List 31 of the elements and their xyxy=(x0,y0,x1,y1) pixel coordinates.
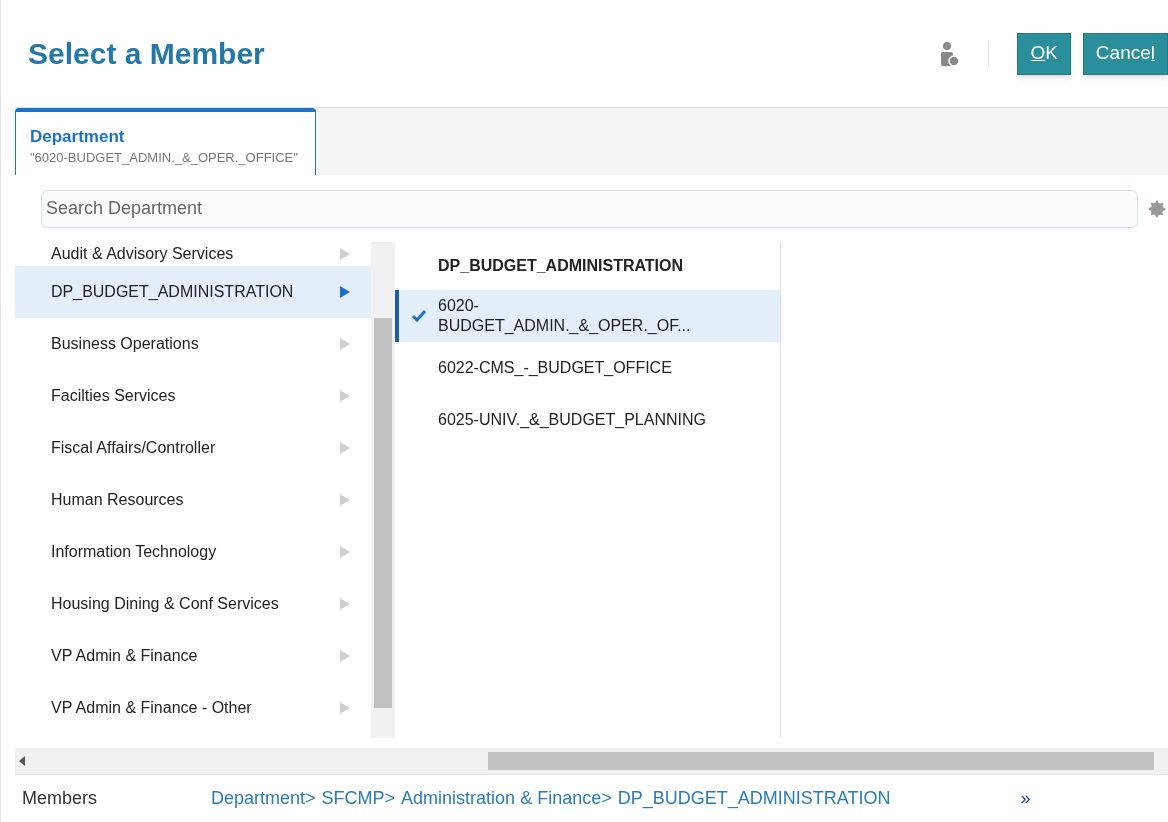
breadcrumb-link[interactable]: Administration & Finance> xyxy=(401,785,612,813)
dialog-button[interactable]: Cancel xyxy=(1082,32,1168,75)
member-list-item[interactable]: VP Admin & Finance - Other xyxy=(15,682,371,735)
member-list-item[interactable]: 6022-CMS_-_BUDGET_OFFICE xyxy=(395,342,780,395)
scroll-left-icon[interactable] xyxy=(19,756,25,767)
footer-label: Members xyxy=(21,787,98,811)
breadcrumb-link[interactable]: SFCMP> xyxy=(321,785,396,813)
member-list-item[interactable]: Information Technology xyxy=(15,526,371,579)
breadcrumb-link[interactable]: DP_BUDGET_ADMINISTRATION xyxy=(617,785,891,813)
checkmark-icon xyxy=(411,310,426,323)
user-help-icon[interactable] xyxy=(940,40,961,67)
search-field[interactable]: Search Department xyxy=(41,189,1138,228)
member-list-item[interactable]: Fiscal Affairs/Controller xyxy=(15,422,371,475)
dimension-tab[interactable]: Department "6020-BUDGET_ADMIN._&_OPER._OFFICE" xyxy=(15,108,316,175)
breadcrumb-link[interactable]: Department> xyxy=(211,785,316,813)
member-list-item[interactable]: Business Operations xyxy=(15,318,371,371)
vertical-scrollbar[interactable] xyxy=(371,242,395,739)
member-list-item[interactable]: 6020- BUDGET_ADMIN._&_OPER._OF... xyxy=(395,290,780,343)
member-list-item[interactable]: VP Admin & Finance xyxy=(15,630,371,683)
column-header: DP_BUDGET_ADMINISTRATION xyxy=(437,256,685,277)
dialog-button[interactable]: OK xyxy=(1017,32,1071,75)
member-list-item[interactable]: 6025-UNIV._&_BUDGET_PLANNING xyxy=(395,394,780,447)
dialog-title: Select a Member xyxy=(28,36,265,73)
member-list-item[interactable]: DP_BUDGET_ADMINISTRATION xyxy=(15,266,371,319)
expand-arrow-icon[interactable] xyxy=(339,285,351,300)
member-list-item[interactable]: Human Resources xyxy=(15,474,371,527)
more-link[interactable]: » xyxy=(1020,785,1031,813)
horizontal-scrollbar[interactable] xyxy=(15,748,1168,775)
member-list-item[interactable]: Audit & Advisory Services xyxy=(15,242,371,267)
member-list-item[interactable]: Facilties Services xyxy=(15,370,371,423)
member-list-item[interactable]: Housing Dining & Conf Services xyxy=(15,578,371,631)
